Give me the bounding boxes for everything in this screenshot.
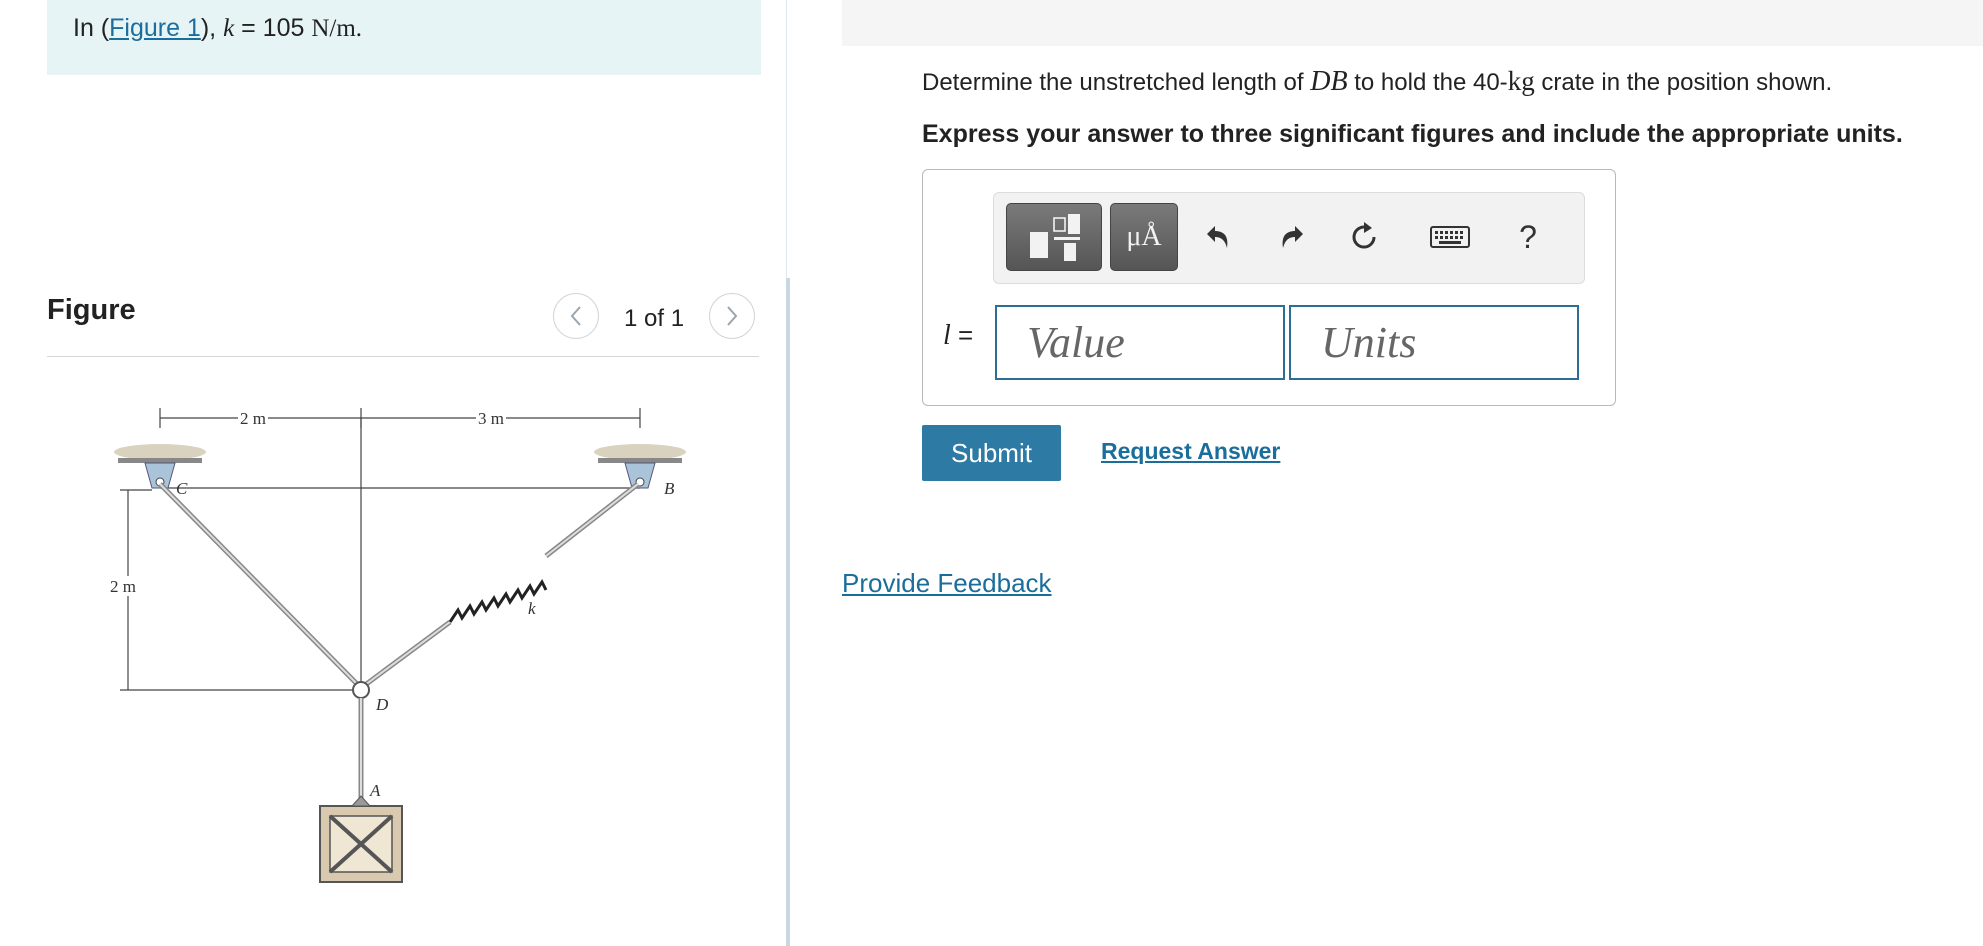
units-input[interactable]: Units — [1289, 305, 1579, 380]
undo-button[interactable] — [1196, 215, 1240, 259]
redo-button[interactable] — [1270, 215, 1314, 259]
request-answer-link[interactable]: Request Answer — [1101, 438, 1280, 465]
label-c: C — [176, 479, 188, 498]
help-icon: ? — [1519, 218, 1537, 255]
units-icon: μÅ — [1126, 221, 1162, 252]
undo-icon — [1207, 226, 1228, 248]
reset-button[interactable] — [1342, 215, 1386, 259]
mechanics-diagram: 2 m 3 m 2 m C B k D A — [108, 408, 686, 883]
answer-instruction: Express your answer to three significant… — [922, 120, 1903, 148]
chevron-left-icon — [570, 306, 581, 326]
figure-prev-button[interactable] — [553, 293, 599, 339]
math-toolbar: μÅ ? — [993, 192, 1585, 284]
figure-divider — [47, 356, 759, 357]
units-button[interactable]: μÅ — [1110, 203, 1178, 271]
dim-top-right: 3 m — [478, 409, 504, 428]
answer-box: μÅ ? l = Value Units — [922, 169, 1616, 406]
figure-page-counter: 1 of 1 — [624, 305, 685, 332]
figure-next-button[interactable] — [709, 293, 755, 339]
panel-divider — [786, 278, 790, 946]
problem-intro: In (Figure 1), k = 105 N/m. — [47, 0, 761, 75]
label-k: k — [528, 599, 536, 618]
panel-divider-top — [786, 0, 787, 278]
label-a: A — [369, 781, 381, 800]
label-b: B — [664, 479, 675, 498]
keyboard-button[interactable] — [1426, 215, 1474, 259]
reset-icon — [1352, 222, 1376, 249]
fraction-template-icon — [1030, 214, 1080, 261]
dim-top-left: 2 m — [240, 409, 266, 428]
value-input[interactable]: Value — [995, 305, 1285, 380]
dim-left: 2 m — [110, 577, 136, 596]
part-header-bar — [842, 0, 1983, 46]
help-button[interactable]: ? — [1506, 215, 1550, 259]
spring-constant-unit: N/m. — [311, 15, 363, 42]
figure-link[interactable]: Figure 1 — [109, 14, 201, 42]
spring-constant-var: k — [223, 15, 235, 42]
keyboard-icon — [1430, 226, 1470, 248]
chevron-right-icon — [727, 306, 738, 326]
fraction-template-button[interactable] — [1006, 203, 1102, 271]
answer-label: l = — [943, 320, 974, 351]
label-d: D — [375, 695, 389, 714]
figure-heading: Figure — [47, 294, 136, 326]
submit-button[interactable]: Submit — [922, 425, 1061, 481]
provide-feedback-link[interactable]: Provide Feedback — [842, 568, 1052, 599]
redo-icon — [1282, 226, 1303, 248]
question-text: Determine the unstretched length of DB t… — [922, 66, 1833, 97]
